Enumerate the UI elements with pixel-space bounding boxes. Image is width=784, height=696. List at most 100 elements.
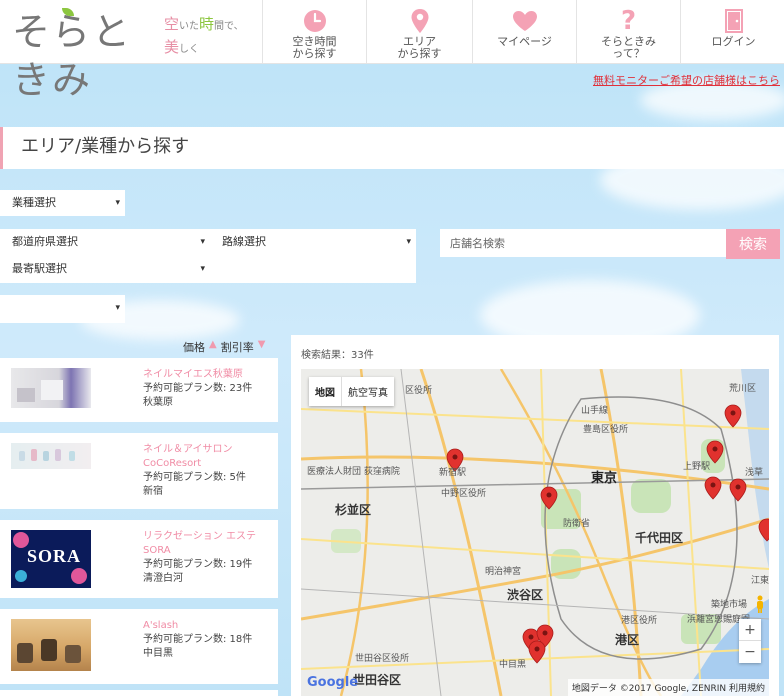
line-select[interactable]: 路線選択 <box>210 229 416 255</box>
card-info: ネイル＆アイサロン CoCoResort 予約可能プラン数: 5件 新宿 <box>143 443 275 499</box>
nav-label: エリア から探す <box>397 35 442 60</box>
logo-text: そらときみ <box>12 10 133 102</box>
shop-name-search-input[interactable] <box>440 229 726 257</box>
map-label: 中野区役所 <box>441 489 487 499</box>
nav-label: 空き時間 から探す <box>292 35 337 60</box>
map-label: 世田谷区 <box>353 673 402 687</box>
door-icon <box>721 8 747 34</box>
station-select[interactable]: 最寄駅選択 <box>0 256 210 282</box>
list-item[interactable]: ネイル＆アイサロン CoCoResort 予約可能プラン数: 5件 新宿 <box>0 433 278 509</box>
shop-name[interactable]: A'slash <box>143 619 275 633</box>
map-label: 港区 <box>615 633 640 647</box>
nav-label: マイページ <box>497 35 552 48</box>
sort-ascending-icon[interactable]: ▲ <box>209 339 217 355</box>
genre-select[interactable]: 業種選択 <box>0 190 125 216</box>
map-label: 世田谷区役所 <box>355 654 410 664</box>
search-button[interactable]: 検索 <box>726 229 780 259</box>
plan-count: 予約可能プラン数: 23件 <box>143 383 253 394</box>
map-label: 山手線 <box>581 406 609 416</box>
thumbnail-logo-text: SORA <box>27 546 82 566</box>
tagline-char: いた <box>179 21 200 32</box>
map-credit[interactable]: 地図データ ©2017 Google, ZENRIN 利用規約 <box>567 679 769 696</box>
sort-price[interactable]: 価格 <box>183 339 205 355</box>
nav-label: ログイン <box>711 35 756 48</box>
prefecture-select[interactable]: 都道府県選択 <box>0 229 210 255</box>
list-item[interactable]: SORA リラクゼーション エステ SORA 予約可能プラン数: 19件 清澄白… <box>0 520 278 598</box>
nav-label: そらときみ って？ <box>601 35 656 60</box>
card-info: リラクゼーション エステ SORA 予約可能プラン数: 19件 清澄白河 <box>143 530 275 586</box>
map-label: 港区役所 <box>621 616 658 626</box>
map-label: 豊島区役所 <box>583 425 629 435</box>
card-info: ネイルマイエス秋葉原 予約可能プラン数: 23件 秋葉原 <box>143 368 275 410</box>
nav-item-mypage[interactable]: マイページ <box>472 0 576 64</box>
map-label: 千代田区 <box>635 531 684 545</box>
list-item[interactable]: ネイルマイエス秋葉原 予約可能プラン数: 23件 秋葉原 <box>0 358 278 422</box>
nav-item-area[interactable]: エリア から探す <box>366 0 472 64</box>
zoom-in-button[interactable]: + <box>739 619 761 641</box>
map-label: 新宿駅 <box>439 468 467 478</box>
question-icon: ? <box>620 6 637 36</box>
list-item[interactable] <box>0 690 278 696</box>
site-header: そらときみ 空いた時間で、 美しく 空き時間 から探す エリア から探す マイペ… <box>0 0 784 102</box>
shop-area: 清澄白河 <box>143 573 183 584</box>
plan-count: 予約可能プラン数: 19件 <box>143 559 253 570</box>
map-label: 中目黒 <box>499 660 527 670</box>
nav-item-login[interactable]: ログイン <box>680 0 784 64</box>
map-label: 江東 <box>751 576 769 586</box>
site-logo[interactable]: そらときみ <box>12 6 152 102</box>
clock-icon <box>302 8 328 34</box>
shop-name[interactable]: リラクゼーション エステ SORA <box>143 530 275 558</box>
shop-area: 新宿 <box>143 486 163 497</box>
map-type-toggle: 地図 航空写真 <box>309 377 394 406</box>
sort-bar: 価格 ▲ 割引率 ▼ <box>183 339 265 355</box>
zoom-out-button[interactable]: − <box>739 641 761 663</box>
map-label: 東京 <box>591 471 618 486</box>
sort-discount[interactable]: 割引率 <box>221 339 254 355</box>
tagline-char: 間で、 <box>214 21 244 32</box>
shop-thumbnail <box>11 368 91 408</box>
result-count: 検索結果：33件 <box>301 350 374 361</box>
shop-name[interactable]: ネイルマイエス秋葉原 <box>143 368 275 382</box>
map-label: 荒川区 <box>729 384 757 394</box>
map-label: 杉並区 <box>335 503 372 517</box>
map-panel: 検索結果：33件 東京 杉並区 渋谷区 世田谷区 千代田区 港区 中野区役所 豊… <box>291 335 779 696</box>
shop-area: 中目黒 <box>143 648 173 659</box>
shop-area: 秋葉原 <box>143 397 173 408</box>
google-map[interactable]: 東京 杉並区 渋谷区 世田谷区 千代田区 港区 中野区役所 豊島区役所 明治神宮… <box>301 369 769 696</box>
zoom-control: + − <box>739 619 761 663</box>
map-label: 渋谷区 <box>507 588 544 602</box>
page-title: エリア/業種から探す <box>21 136 190 157</box>
plan-count: 予約可能プラン数: 5件 <box>143 472 246 483</box>
map-canvas <box>301 369 769 696</box>
map-type-satellite[interactable]: 航空写真 <box>342 377 394 406</box>
shop-thumbnail <box>11 443 91 469</box>
monitor-recruit-link[interactable]: 無料モニターご希望の店舗様はこちら <box>593 72 780 88</box>
tagline: 空いた時間で、 美しく <box>164 14 264 60</box>
google-logo[interactable]: Google <box>307 675 358 690</box>
tagline-char: 時 <box>199 15 215 33</box>
heart-icon <box>512 8 538 34</box>
map-label: 浅草 <box>745 468 764 478</box>
plan-count: 予約可能プラン数: 18件 <box>143 634 253 645</box>
extra-select[interactable] <box>0 295 125 323</box>
shop-name[interactable]: ネイル＆アイサロン CoCoResort <box>143 443 275 471</box>
tagline-char: しく <box>179 44 200 55</box>
shop-thumbnail: SORA <box>11 530 91 588</box>
map-type-roadmap[interactable]: 地図 <box>309 377 342 406</box>
shop-thumbnail <box>11 619 91 671</box>
map-label: 明治神宮 <box>485 567 522 577</box>
title-bar: エリア/業種から探す <box>0 127 784 169</box>
map-label: 医療法人財団 荻窪病院 <box>307 467 400 477</box>
sort-descending-icon[interactable]: ▼ <box>258 339 266 355</box>
map-label: 区役所 <box>405 386 433 396</box>
map-label: 上野駅 <box>683 462 711 472</box>
nav-item-free-time[interactable]: 空き時間 から探す <box>262 0 366 64</box>
card-info: A'slash 予約可能プラン数: 18件 中目黒 <box>143 619 275 661</box>
tagline-char: 美 <box>164 38 180 56</box>
nav-item-about[interactable]: ? そらときみ って？ <box>576 0 680 64</box>
map-pin-icon <box>407 8 433 34</box>
main-nav: 空き時間 から探す エリア から探す マイページ ? そらときみ って？ ログイ… <box>262 0 784 64</box>
map-label: 築地市場 <box>711 600 748 610</box>
map-label: 防衛省 <box>563 519 591 529</box>
list-item[interactable]: A'slash 予約可能プラン数: 18件 中目黒 <box>0 609 278 684</box>
